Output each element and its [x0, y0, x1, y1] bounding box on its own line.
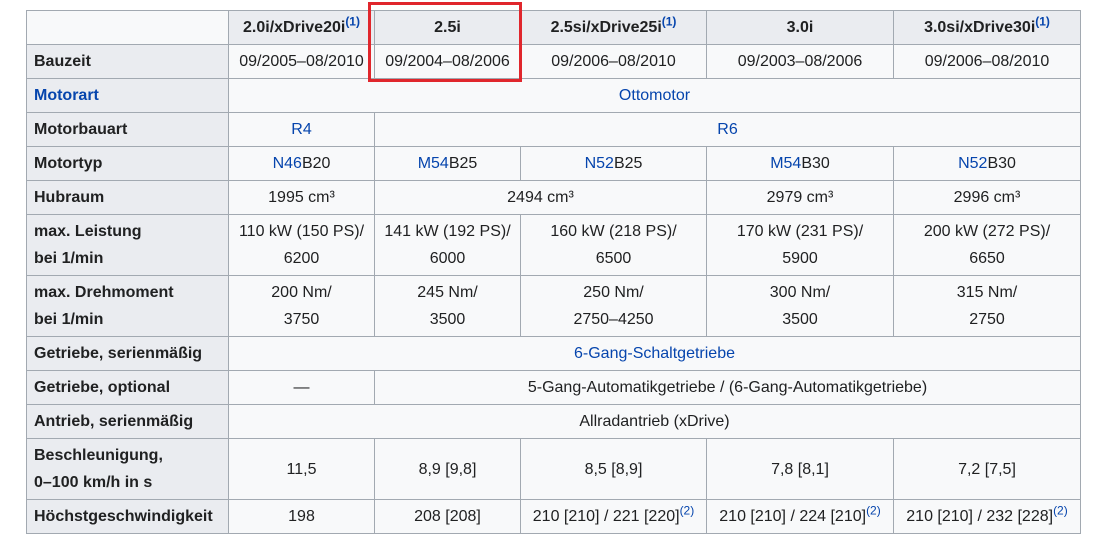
- table-row: Höchstgeschwindigkeit 198 208 [208] 210 …: [26, 499, 1081, 534]
- row-label-leistung: max. Leistung bei 1/min: [26, 214, 229, 276]
- column-header-2-5i: 2.5i: [374, 10, 521, 45]
- row-label-getriebe-optional: Getriebe, optional: [26, 370, 229, 405]
- table-cell: 5-Gang-Automatikgetriebe / (6-Gang-Autom…: [374, 370, 1081, 405]
- table-cell: 09/2004–08/2006: [374, 44, 521, 79]
- engine-link-n52[interactable]: N52: [958, 155, 987, 172]
- table-cell: 7,8 [8,1]: [706, 438, 894, 500]
- table-cell: 208 [208]: [374, 499, 521, 534]
- row-label-hoechstgeschwindigkeit: Höchstgeschwindigkeit: [26, 499, 229, 534]
- table-cell: Allradantrieb (xDrive): [228, 404, 1081, 439]
- table-cell: 2494 cm³: [374, 180, 707, 215]
- table-cell: 11,5: [228, 438, 375, 500]
- table-cell: 250 Nm/2750–4250: [520, 275, 707, 337]
- table-cell: 200 kW (272 PS)/6650: [893, 214, 1081, 276]
- table-cell: R6: [374, 112, 1081, 147]
- table-cell: 198: [228, 499, 375, 534]
- header-row: 2.0i/xDrive20i(1) 2.5i 2.5si/xDrive25i(1…: [26, 10, 1081, 45]
- ottomotor-link[interactable]: Ottomotor: [619, 87, 690, 104]
- footnote-link[interactable]: (2): [680, 504, 695, 518]
- table-cell: 245 Nm/3500: [374, 275, 521, 337]
- table-row: Antrieb, serienmäßig Allradantrieb (xDri…: [26, 404, 1081, 439]
- corner-cell: [26, 10, 229, 45]
- column-header-2-5si: 2.5si/xDrive25i(1): [520, 10, 707, 45]
- table-row: Bauzeit 09/2005–08/2010 09/2004–08/2006 …: [26, 44, 1081, 79]
- table-cell: Ottomotor: [228, 78, 1081, 113]
- footnote-link[interactable]: (2): [866, 504, 881, 518]
- table-row: Getriebe, optional — 5-Gang-Automatikget…: [26, 370, 1081, 405]
- row-label-motorart: Motorart: [26, 78, 229, 113]
- row-label-drehmoment: max. Drehmoment bei 1/min: [26, 275, 229, 337]
- schaltgetriebe-link[interactable]: 6-Gang-Schaltgetriebe: [574, 345, 735, 362]
- table-cell: 210 [210] / 221 [220](2): [520, 499, 707, 534]
- table-row: Getriebe, serienmäßig 6-Gang-Schaltgetri…: [26, 336, 1081, 371]
- table-cell: 8,9 [9,8]: [374, 438, 521, 500]
- row-label-beschleunigung: Beschleunigung, 0–100 km/h in s: [26, 438, 229, 500]
- table-cell: N52B30: [893, 146, 1081, 181]
- table-cell: 6-Gang-Schaltgetriebe: [228, 336, 1081, 371]
- table-row: max. Leistung bei 1/min 110 kW (150 PS)/6…: [26, 214, 1081, 276]
- table-cell: R4: [228, 112, 375, 147]
- table-cell: 110 kW (150 PS)/6200: [228, 214, 375, 276]
- table-row: Motortyp N46B20 M54B25 N52B25 M54B30 N52…: [26, 146, 1081, 181]
- row-label-bauzeit: Bauzeit: [26, 44, 229, 79]
- r4-link[interactable]: R4: [291, 121, 311, 138]
- table-cell: 200 Nm/3750: [228, 275, 375, 337]
- table-cell: 210 [210] / 224 [210](2): [706, 499, 894, 534]
- table-cell: 141 kW (192 PS)/6000: [374, 214, 521, 276]
- table-cell: 2979 cm³: [706, 180, 894, 215]
- footnote-link[interactable]: (2): [1053, 504, 1068, 518]
- table-cell: 1995 cm³: [228, 180, 375, 215]
- table-cell: 8,5 [8,9]: [520, 438, 707, 500]
- row-label-antrieb: Antrieb, serienmäßig: [26, 404, 229, 439]
- row-label-hubraum: Hubraum: [26, 180, 229, 215]
- table-cell: —: [228, 370, 375, 405]
- row-label-motortyp: Motortyp: [26, 146, 229, 181]
- table-cell: 2996 cm³: [893, 180, 1081, 215]
- table-row: Motorbauart R4 R6: [26, 112, 1081, 147]
- table-cell: 09/2005–08/2010: [228, 44, 375, 79]
- table-cell: M54B25: [374, 146, 521, 181]
- table-row: Motorart Ottomotor: [26, 78, 1081, 113]
- motorart-link[interactable]: Motorart: [34, 87, 99, 104]
- table-row: Beschleunigung, 0–100 km/h in s 11,5 8,9 …: [26, 438, 1081, 500]
- table-cell: 09/2006–08/2010: [520, 44, 707, 79]
- table-cell: 09/2003–08/2006: [706, 44, 894, 79]
- engine-link-n52[interactable]: N52: [585, 155, 614, 172]
- column-header-2-0i: 2.0i/xDrive20i(1): [228, 10, 375, 45]
- table-cell: 160 kW (218 PS)/6500: [520, 214, 707, 276]
- footnote-link[interactable]: (1): [345, 15, 360, 29]
- table-cell: 300 Nm/3500: [706, 275, 894, 337]
- row-label-motorbauart: Motorbauart: [26, 112, 229, 147]
- r6-link[interactable]: R6: [717, 121, 737, 138]
- footnote-link[interactable]: (1): [1035, 15, 1050, 29]
- table-cell: N46B20: [228, 146, 375, 181]
- table-cell: M54B30: [706, 146, 894, 181]
- table-cell: 170 kW (231 PS)/5900: [706, 214, 894, 276]
- table-cell: 210 [210] / 232 [228](2): [893, 499, 1081, 534]
- table-row: Hubraum 1995 cm³ 2494 cm³ 2979 cm³ 2996 …: [26, 180, 1081, 215]
- engine-link-m54[interactable]: M54: [418, 155, 449, 172]
- footnote-link[interactable]: (1): [662, 15, 677, 29]
- table-cell: 7,2 [7,5]: [893, 438, 1081, 500]
- specifications-table: 2.0i/xDrive20i(1) 2.5i 2.5si/xDrive25i(1…: [26, 10, 1081, 534]
- engine-link-n46[interactable]: N46: [273, 155, 302, 172]
- column-header-3-0i: 3.0i: [706, 10, 894, 45]
- engine-link-m54[interactable]: M54: [770, 155, 801, 172]
- row-label-getriebe-serie: Getriebe, serienmäßig: [26, 336, 229, 371]
- table-row: max. Drehmoment bei 1/min 200 Nm/3750 245…: [26, 275, 1081, 337]
- table-cell: N52B25: [520, 146, 707, 181]
- table-cell: 09/2006–08/2010: [893, 44, 1081, 79]
- table-cell: 315 Nm/2750: [893, 275, 1081, 337]
- column-header-3-0si: 3.0si/xDrive30i(1): [893, 10, 1081, 45]
